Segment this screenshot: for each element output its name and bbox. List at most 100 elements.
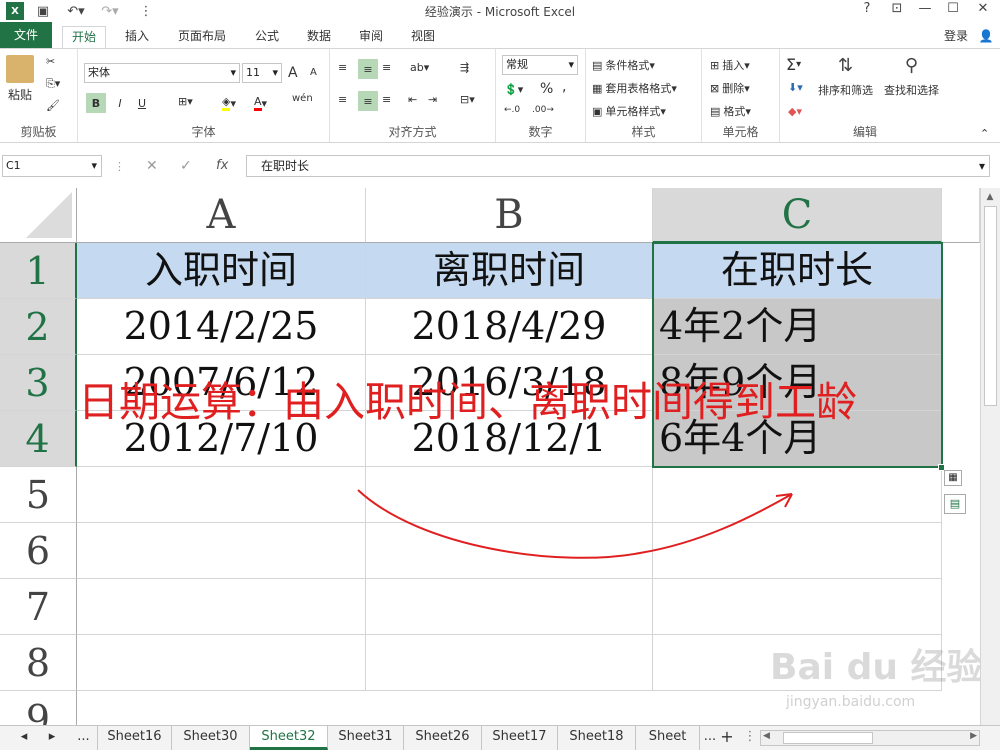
sheet-tab-sheet26[interactable]: Sheet26: [404, 726, 482, 750]
sheet-tab-sheet32[interactable]: Sheet32: [250, 726, 328, 750]
sheet-tab-sheet[interactable]: Sheet: [636, 726, 700, 750]
add-sheet-button[interactable]: +: [716, 726, 738, 750]
increase-decimal-icon[interactable]: ←.0: [504, 105, 520, 115]
spreadsheet-grid: A B C 1 2 3 4 5 6 7 8 9 入职时间 离职时间 在职时长 2…: [0, 188, 1000, 725]
sort-filter-icon: ⇅: [837, 55, 854, 76]
account-icon[interactable]: 👤: [976, 26, 996, 48]
horizontal-scroll-thumb[interactable]: [783, 732, 873, 744]
conditional-format-button[interactable]: ▤ 条件格式 ▾: [592, 57, 655, 73]
save-icon[interactable]: ▣: [34, 2, 52, 20]
tab-splitter-icon[interactable]: ⋮: [742, 726, 758, 750]
tab-page-layout[interactable]: 页面布局: [168, 26, 236, 48]
sheet-tab-sheet17[interactable]: Sheet17: [482, 726, 558, 750]
align-bottom-icon[interactable]: ≡: [382, 61, 391, 74]
scroll-right-icon[interactable]: ▶: [970, 731, 977, 741]
increase-indent-icon[interactable]: ⇥: [428, 93, 437, 106]
scroll-left-icon[interactable]: ◀: [763, 731, 770, 741]
vertical-scroll-thumb[interactable]: [984, 206, 997, 406]
tab-insert[interactable]: 插入: [116, 26, 158, 48]
tab-home[interactable]: 开始: [62, 26, 106, 48]
insert-cells-button[interactable]: ⊞ 插入 ▾: [710, 57, 750, 73]
cells-group: ⊞ 插入 ▾ ⊠ 删除 ▾ ▤ 格式 ▾ 单元格: [702, 49, 780, 142]
close-icon[interactable]: ✕: [970, 1, 996, 21]
sheet-tab-sheet18[interactable]: Sheet18: [558, 726, 636, 750]
help-icon[interactable]: ?: [854, 1, 880, 21]
fill-color-icon[interactable]: ◈ ▾: [222, 95, 236, 111]
more-sheets-button[interactable]: ...: [70, 726, 98, 750]
align-top-icon[interactable]: ≡: [338, 61, 347, 74]
tab-formulas[interactable]: 公式: [246, 26, 288, 48]
insert-label: 插入: [722, 59, 745, 72]
grow-font-button[interactable]: A: [288, 65, 298, 81]
currency-icon[interactable]: 💲▾: [504, 83, 523, 96]
wrap-text-icon[interactable]: ⇶: [460, 61, 469, 74]
tab-review[interactable]: 审阅: [350, 26, 392, 48]
scroll-up-icon[interactable]: ▲: [983, 192, 997, 202]
maximize-icon[interactable]: ☐: [940, 1, 966, 21]
delete-cells-button[interactable]: ⊠ 删除 ▾: [710, 80, 750, 96]
horizontal-scrollbar[interactable]: ◀ ▶: [760, 730, 980, 746]
copy-icon[interactable]: ⎘▾: [46, 77, 60, 91]
sheet-tab-sheet31[interactable]: Sheet31: [328, 726, 404, 750]
font-name-combo[interactable]: 宋体 ▾: [84, 63, 240, 83]
italic-button[interactable]: I: [112, 93, 128, 113]
font-color-icon[interactable]: A ▾: [254, 95, 267, 111]
redo-icon[interactable]: ↷▾: [96, 2, 124, 20]
borders-icon[interactable]: ⊞▾: [178, 95, 193, 108]
number-group-label: 数字: [528, 125, 553, 139]
name-box[interactable]: C1 ▾: [2, 155, 102, 177]
ribbon-display-icon[interactable]: ⊡: [884, 1, 910, 21]
formula-bar-grip-icon: ⋮: [114, 160, 125, 173]
cut-icon[interactable]: ✂: [46, 55, 55, 68]
clear-icon[interactable]: ◆▾: [788, 105, 802, 118]
formula-value: 在职时长: [261, 159, 310, 173]
minimize-icon[interactable]: —: [912, 1, 938, 21]
number-format-combo[interactable]: 常规 ▾: [502, 55, 578, 75]
sheet-tab-sheet16[interactable]: Sheet16: [98, 726, 172, 750]
sign-in-link[interactable]: 登录: [936, 26, 976, 48]
percent-button[interactable]: %: [540, 81, 553, 97]
align-center-icon[interactable]: ≡: [358, 91, 378, 111]
align-left-icon[interactable]: ≡: [338, 93, 347, 106]
find-select-label: 查找和选择: [884, 84, 939, 97]
decrease-decimal-icon[interactable]: .00→: [532, 105, 554, 115]
shrink-font-button[interactable]: A: [310, 67, 317, 78]
tab-file[interactable]: 文件: [0, 22, 52, 48]
collapse-ribbon-icon[interactable]: ⌃: [980, 127, 989, 140]
format-cells-button[interactable]: ▤ 格式 ▾: [710, 103, 751, 119]
sheet-tab-sheet30[interactable]: Sheet30: [172, 726, 250, 750]
tab-view[interactable]: 视图: [402, 26, 444, 48]
decrease-indent-icon[interactable]: ⇤: [408, 93, 417, 106]
merge-center-icon[interactable]: ⊟▾: [460, 93, 475, 106]
format-as-table-button[interactable]: ▦ 套用表格格式 ▾: [592, 80, 677, 96]
insert-function-button[interactable]: fx: [216, 158, 228, 173]
comma-button[interactable]: ,: [562, 79, 566, 95]
vertical-scrollbar[interactable]: ▲: [980, 188, 1000, 725]
prev-sheet-icon[interactable]: ◂: [14, 726, 34, 750]
font-size-combo[interactable]: 11 ▾: [242, 63, 282, 83]
find-select-button[interactable]: ⚲ 查找和选择: [884, 55, 939, 98]
orientation-icon[interactable]: ab▾: [410, 61, 429, 74]
autosum-button[interactable]: Σ ▾: [786, 55, 801, 74]
sort-filter-button[interactable]: ⇅ 排序和筛选: [818, 55, 873, 98]
bold-button[interactable]: B: [86, 93, 106, 113]
align-right-icon[interactable]: ≡: [382, 93, 391, 106]
cancel-icon[interactable]: ✕: [146, 158, 158, 174]
customize-qat-icon[interactable]: ⋮: [138, 2, 154, 20]
undo-icon[interactable]: ↶▾: [62, 2, 90, 20]
format-as-table-label: 套用表格格式: [605, 82, 672, 95]
cell-styles-button[interactable]: ▣ 单元格样式 ▾: [592, 103, 666, 119]
formula-input[interactable]: 在职时长 ▾: [246, 155, 990, 177]
next-sheet-icon[interactable]: ▸: [42, 726, 62, 750]
alignment-group: ≡ ≡ ≡ ab▾ ⇶ ≡ ≡ ≡ ⇤ ⇥ ⊟▾ 对齐方式: [330, 49, 496, 142]
number-format-value: 常规: [506, 58, 528, 71]
enter-icon[interactable]: ✓: [180, 158, 192, 174]
tab-data[interactable]: 数据: [298, 26, 340, 48]
align-middle-icon[interactable]: ≡: [358, 59, 378, 79]
fill-icon[interactable]: ⬇▾: [788, 81, 803, 94]
paste-button[interactable]: 粘贴: [6, 55, 34, 103]
format-painter-icon[interactable]: 🖌: [46, 99, 60, 112]
phonetic-icon[interactable]: wén: [292, 93, 313, 104]
underline-button[interactable]: U: [134, 93, 150, 113]
format-label: 格式: [723, 105, 746, 118]
